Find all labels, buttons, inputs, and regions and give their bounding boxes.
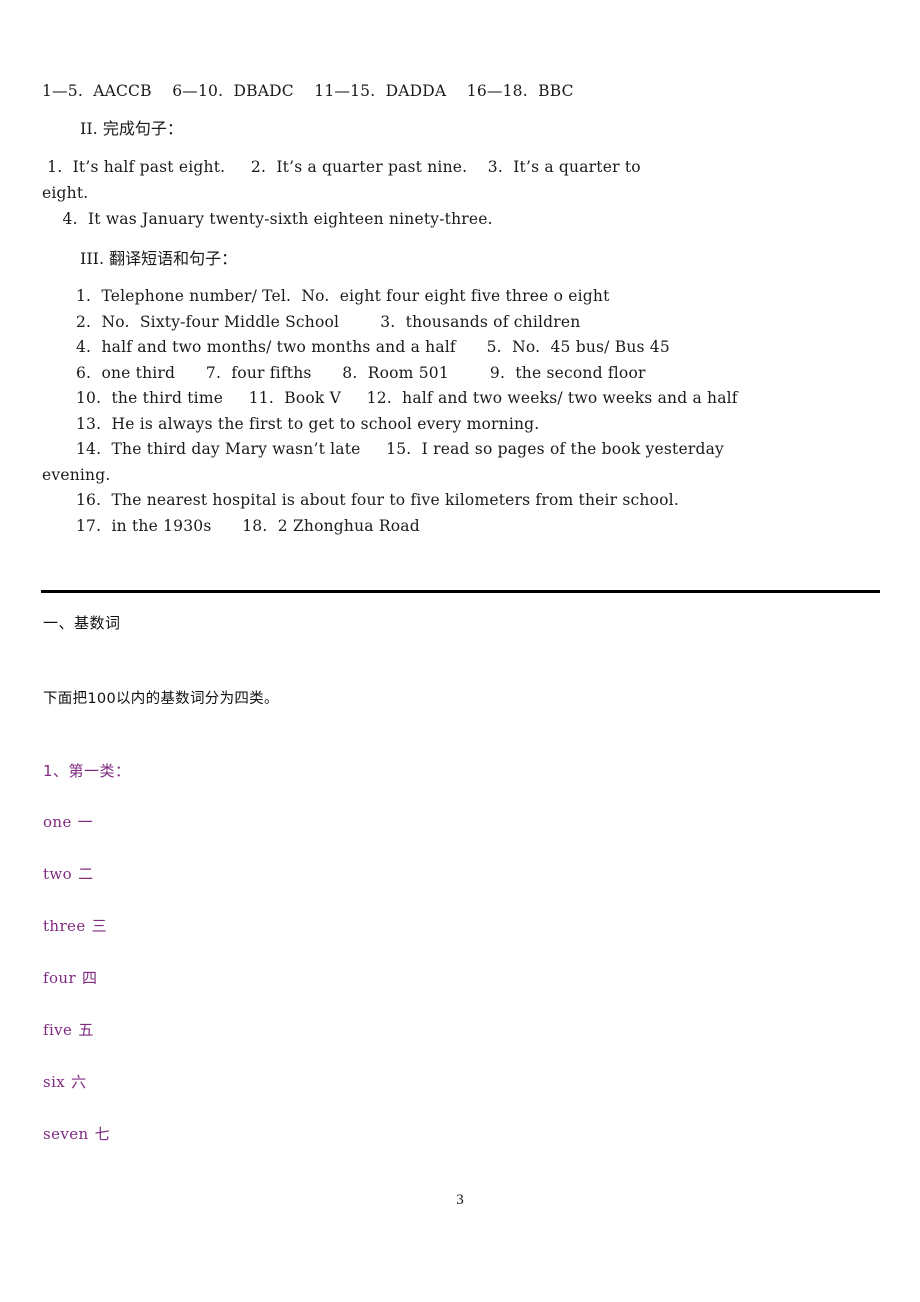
lesson-heading: 一、基数词 — [43, 614, 121, 632]
section-3-line-2: 2. No. Sixty-four Middle School 3. thous… — [76, 312, 581, 331]
section-2-heading: II. 完成句子： — [80, 119, 183, 138]
word-list-item: six 六 — [43, 1073, 443, 1125]
section-3-line-3: 4. half and two months/ two months and a… — [76, 338, 670, 356]
lesson-intro-text: 下面把100以内的基数词分为四类。 — [43, 691, 279, 707]
section-3-line-10: 17. in the 1930s 18. 2 Zhonghua Road — [76, 516, 420, 535]
multiple-choice-answers: 1—5. AACCB 6—10. DBADC 11—15. DADDA 16—1… — [42, 82, 574, 100]
section-2-line-1: 1. It’s half past eight. 2. It’s a quart… — [42, 158, 641, 176]
word-list-item: four 四 — [43, 969, 443, 1021]
section-divider-rule — [41, 590, 880, 593]
word-english: three — [43, 917, 86, 935]
word-list-item: one 一 — [43, 813, 443, 865]
word-chinese: 五 — [78, 1021, 94, 1039]
section-3-line-1: 1. Telephone number/ Tel. No. eight four… — [76, 287, 610, 305]
word-english: five — [43, 1021, 73, 1039]
section-3-lines: 1. Telephone number/ Tel. No. eight four… — [42, 284, 880, 539]
section-3-line-5: 10. the third time 11. Book V 12. half a… — [76, 389, 738, 407]
answer-key-block: 1—5. AACCB 6—10. DBADC 11—15. DADDA 16—1… — [42, 78, 880, 539]
section-3-line-6: 13. He is always the first to get to sch… — [76, 414, 540, 433]
word-english: four — [43, 969, 77, 987]
word-chinese: 二 — [78, 865, 94, 883]
cardinal-number-word-list: one 一 two 二 three 三 four 四 five 五 six 六 seven 七 — [43, 813, 443, 1177]
word-english: six — [43, 1073, 66, 1091]
section-3-line-4: 6. one third 7. four fifths 8. Room 501 … — [76, 363, 646, 382]
section-3-line-9: 16. The nearest hospital is about four t… — [76, 491, 679, 509]
lesson-subheading: 1、第一类： — [43, 762, 131, 780]
word-english: two — [43, 865, 73, 883]
section-3-heading: III. 翻译短语和句子： — [80, 249, 238, 268]
document-page: 1—5. AACCB 6—10. DBADC 11—15. DADDA 16—1… — [0, 0, 920, 1302]
word-list-item: three 三 — [43, 917, 443, 969]
word-chinese: 四 — [82, 969, 98, 987]
section-2-line-3: 4. It was January twenty-sixth eighteen … — [42, 210, 493, 228]
word-chinese: 三 — [91, 917, 108, 935]
word-list-item: five 五 — [43, 1021, 443, 1073]
word-english: seven — [43, 1125, 89, 1143]
word-chinese: 六 — [71, 1073, 87, 1091]
word-english: one — [43, 813, 72, 831]
section-3-line-7: 14. The third day Mary wasn’t late 15. I… — [76, 440, 724, 458]
page-number: 3 — [456, 1192, 464, 1208]
word-list-item: two 二 — [43, 865, 443, 917]
section-3-line-8: evening. — [42, 465, 111, 484]
section-2-line-2: eight. — [42, 184, 89, 202]
word-chinese: 一 — [77, 813, 94, 831]
word-chinese: 七 — [94, 1125, 110, 1143]
word-list-item: seven 七 — [43, 1125, 443, 1177]
